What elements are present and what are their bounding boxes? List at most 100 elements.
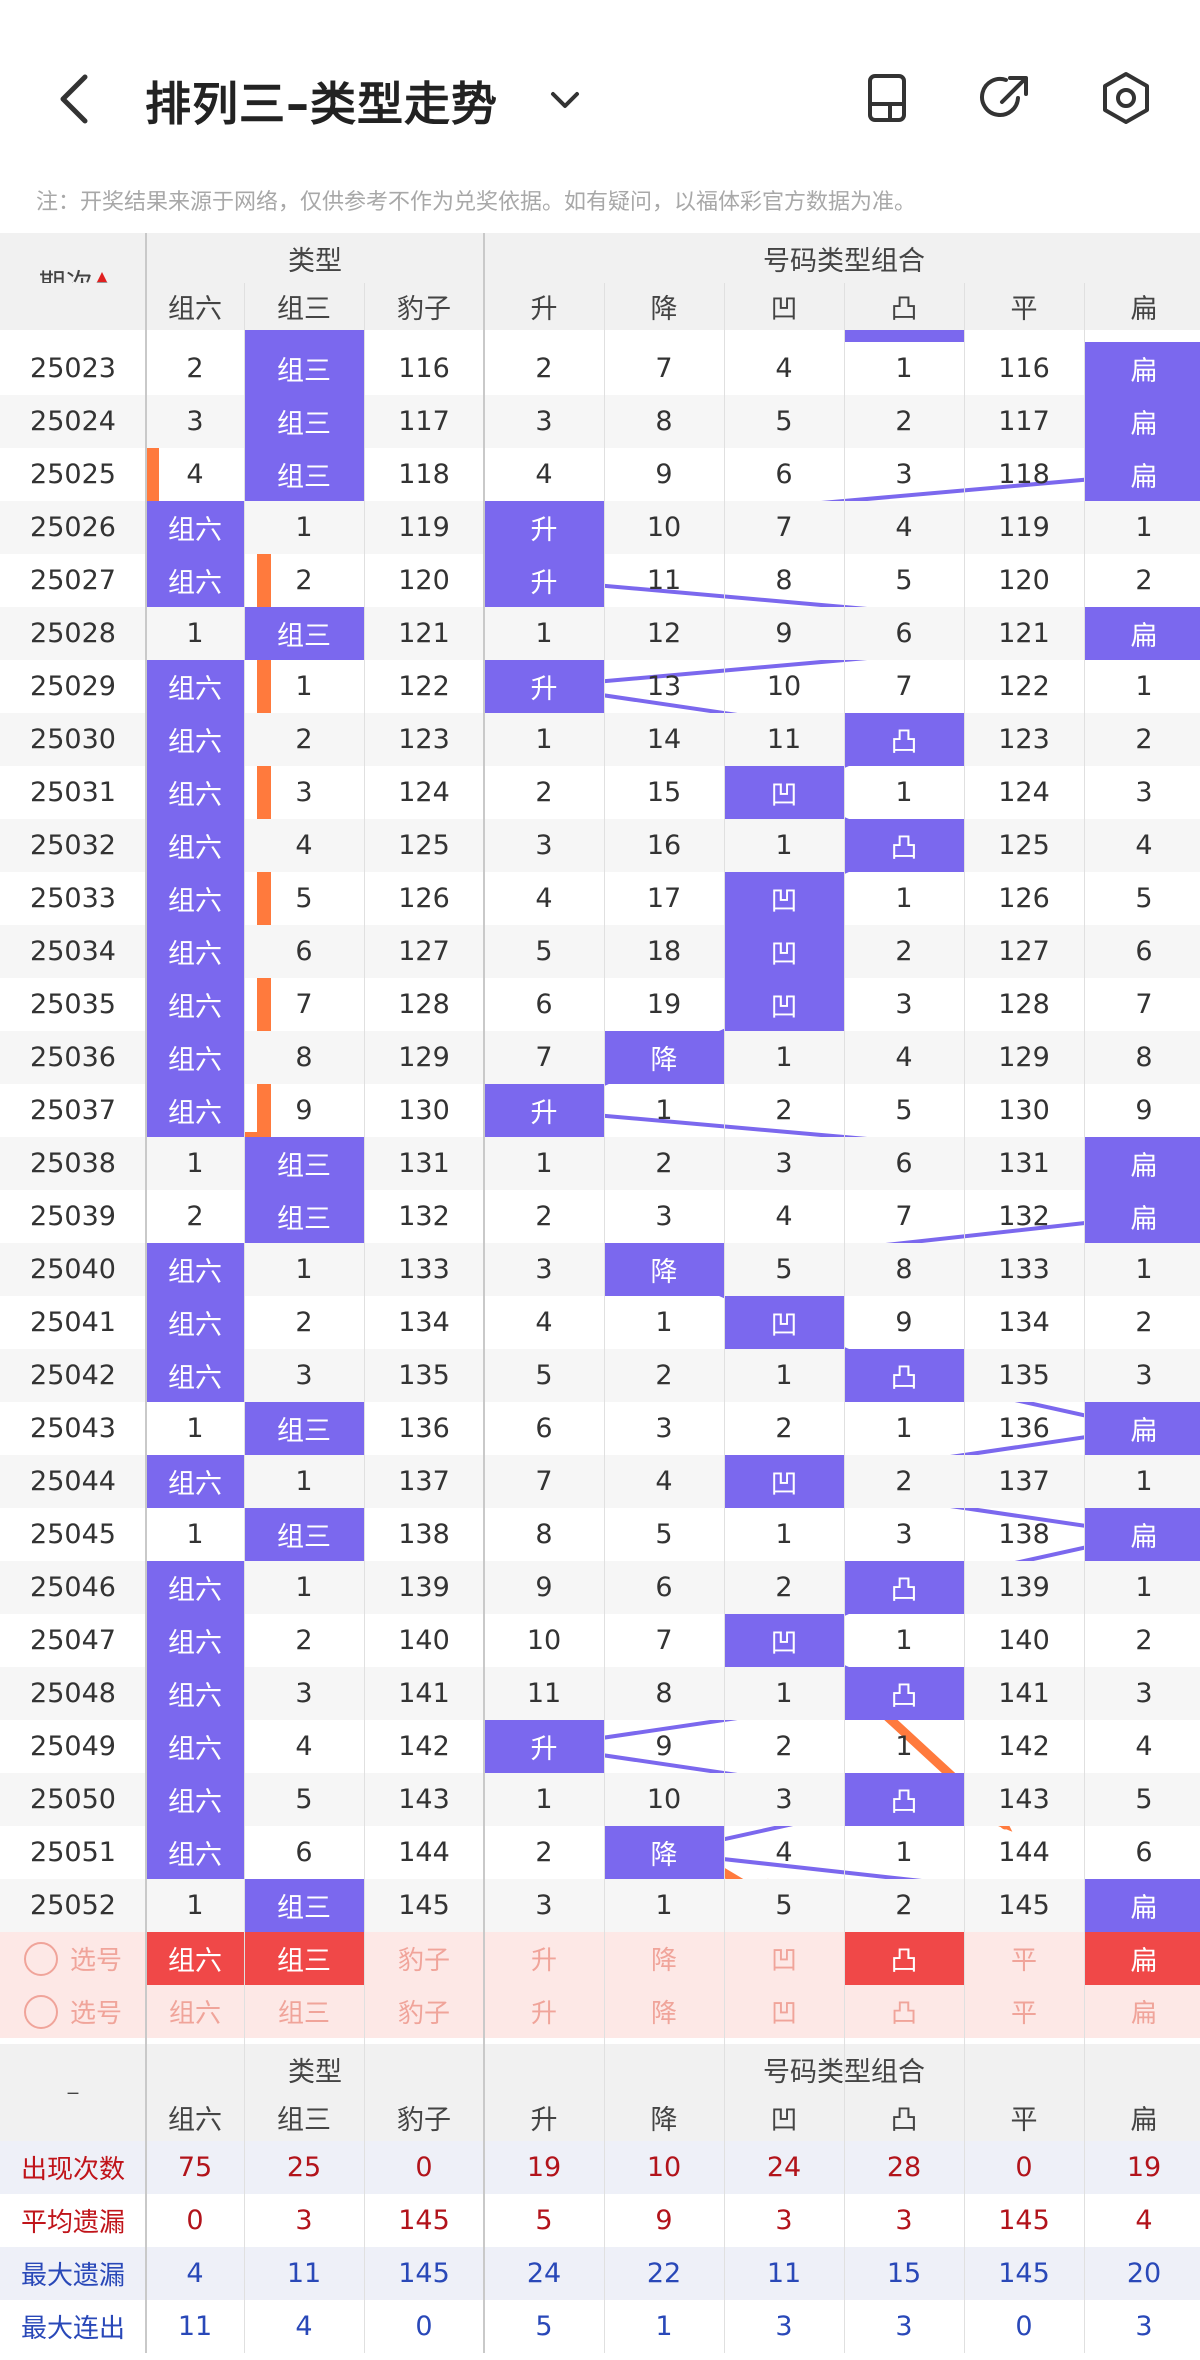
select-option[interactable]: 降 (604, 1932, 724, 1985)
value-cell: 2 (1135, 565, 1153, 596)
summary-column-header: 组六 (168, 2105, 222, 2136)
select-label-cell[interactable]: 选号 (0, 1932, 146, 1985)
column-header: 凹 (770, 294, 798, 325)
value-cell: 1 (775, 1042, 793, 1073)
table-row: 25034 组六 6 127 5 18 凹 2 127 6 (0, 925, 1200, 978)
layout-toggle-icon[interactable] (862, 70, 918, 126)
highlighted-cell: 降 (604, 1826, 724, 1879)
select-option[interactable]: 平 (964, 1932, 1084, 1985)
stat-row: 最大连出 11 4 0 5 1 3 3 0 3 (0, 2300, 1200, 2353)
table-row: 25033 组六 5 126 4 17 凹 1 126 5 (0, 872, 1200, 925)
value-cell: 2 (535, 777, 553, 808)
value-cell: 1 (775, 1678, 793, 1709)
stat-value: 10 (646, 2152, 682, 2183)
value-cell: 4 (186, 459, 204, 490)
value-cell: 4 (535, 459, 553, 490)
value-cell: 143 (998, 1784, 1050, 1815)
value-cell: 125 (998, 830, 1050, 861)
select-option[interactable]: 凸 (844, 1985, 964, 2038)
select-option[interactable]: 升 (484, 1932, 604, 1985)
highlighted-cell: 组六 (146, 766, 244, 819)
select-option[interactable]: 升 (484, 1985, 604, 2038)
value-cell: 9 (295, 1095, 313, 1126)
highlighted-cell: 组三 (244, 1137, 364, 1190)
table-row: 25036 组六 8 129 7 降 1 4 129 8 (0, 1031, 1200, 1084)
select-option[interactable]: 降 (604, 1985, 724, 2038)
highlighted-cell: 凸 (844, 1349, 964, 1402)
select-option[interactable]: 组三 (244, 1932, 364, 1985)
select-circle-icon[interactable] (23, 1941, 58, 1976)
value-cell: 123 (998, 724, 1050, 755)
table-row: 25046 组六 1 139 9 6 2 凸 139 1 (0, 1561, 1200, 1614)
value-cell: 8 (895, 1254, 913, 1285)
stat-value: 4 (186, 2258, 204, 2289)
period-cell: 25035 (30, 989, 116, 1020)
select-option[interactable]: 扁 (1084, 1985, 1200, 2038)
value-cell: 136 (998, 1413, 1050, 1444)
value-cell: 2 (655, 1360, 673, 1391)
value-cell: 2 (895, 406, 913, 437)
stat-value: 28 (886, 2152, 922, 2183)
highlighted-cell: 组六 (146, 1031, 244, 1084)
value-cell: 3 (895, 459, 913, 490)
value-cell: 2 (895, 1466, 913, 1497)
highlighted-cell: 凸 (844, 1773, 964, 1826)
value-cell: 4 (295, 1731, 313, 1762)
summary-column-header: 凸 (890, 2105, 918, 2136)
value-cell: 133 (398, 1254, 450, 1285)
highlighted-cell: 扁 (1084, 1402, 1200, 1455)
value-cell: 3 (535, 406, 553, 437)
period-cell: 25029 (30, 671, 116, 702)
value-cell: 11 (526, 1678, 562, 1709)
highlighted-cell: 组六 (146, 1084, 244, 1137)
value-cell: 1 (655, 1890, 673, 1921)
column-header: 组三 (277, 294, 331, 325)
select-option[interactable]: 豹子 (364, 1985, 484, 2038)
value-cell: 2 (295, 565, 313, 596)
period-cell: 25050 (30, 1784, 116, 1815)
select-option[interactable]: 凸 (844, 1932, 964, 1985)
period-cell: 25027 (30, 565, 116, 596)
settings-icon[interactable] (1098, 70, 1154, 126)
value-cell: 1 (295, 1572, 313, 1603)
value-cell: 3 (1135, 777, 1153, 808)
column-divider (1084, 283, 1085, 2353)
table-row: 25024 3 组三 117 3 8 5 2 117 扁 (0, 395, 1200, 448)
select-option[interactable]: 扁 (1084, 1932, 1200, 1985)
select-option[interactable]: 豹子 (364, 1932, 484, 1985)
partial-highlight (844, 330, 964, 342)
value-cell: 4 (295, 830, 313, 861)
select-option[interactable]: 组六 (146, 1985, 244, 2038)
highlighted-cell: 组三 (244, 395, 364, 448)
value-cell: 117 (998, 406, 1050, 437)
share-icon[interactable] (978, 70, 1034, 126)
value-cell: 2 (295, 1307, 313, 1338)
stat-value: 22 (646, 2258, 682, 2289)
select-option[interactable]: 凹 (724, 1932, 844, 1985)
summary-column-header: 降 (650, 2105, 678, 2136)
select-option[interactable]: 组三 (244, 1985, 364, 2038)
highlighted-cell: 降 (604, 1031, 724, 1084)
disclaimer-note: 注：开奖结果来源于网络，仅供参考不作为兑奖依据。如有疑问，以福体彩官方数据为准。 (36, 190, 917, 215)
back-button[interactable] (48, 64, 98, 134)
table-row: 25038 1 组三 131 1 2 3 6 131 扁 (0, 1137, 1200, 1190)
value-cell: 14 (646, 724, 682, 755)
select-label: 选号 (69, 1946, 122, 1976)
select-circle-icon[interactable] (23, 1994, 58, 2029)
value-cell: 145 (998, 1890, 1050, 1921)
select-option[interactable]: 凹 (724, 1985, 844, 2038)
table-row: 25050 组六 5 143 1 10 3 凸 143 5 (0, 1773, 1200, 1826)
chevron-down-icon[interactable] (545, 80, 585, 120)
column-divider (364, 283, 365, 2353)
value-cell: 134 (998, 1307, 1050, 1338)
value-cell: 10 (766, 671, 802, 702)
select-label-cell[interactable]: 选号 (0, 1985, 146, 2038)
value-cell: 2 (295, 1625, 313, 1656)
page-title[interactable]: 排列三–类型走势 (145, 68, 498, 134)
highlighted-cell: 升 (484, 501, 604, 554)
select-option[interactable]: 组六 (146, 1932, 244, 1985)
select-option[interactable]: 平 (964, 1985, 1084, 2038)
value-cell: 5 (535, 936, 553, 967)
highlighted-cell: 扁 (1084, 448, 1200, 501)
value-cell: 9 (775, 618, 793, 649)
